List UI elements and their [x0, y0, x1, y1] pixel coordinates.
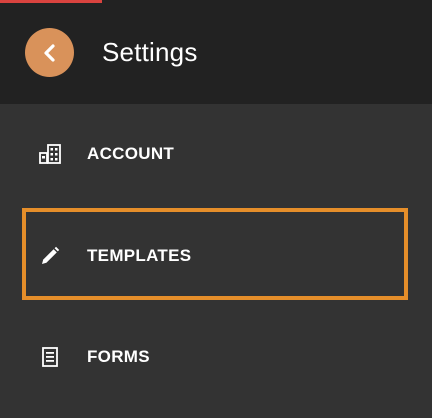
menu-item-label: ACCOUNT — [87, 144, 175, 163]
document-icon — [38, 345, 62, 369]
back-button[interactable] — [25, 28, 74, 77]
menu-item-account[interactable]: ACCOUNT — [0, 124, 432, 184]
top-accent-bar — [0, 0, 102, 3]
settings-screen: Settings ACCOUNT TEMPLATES FORMS — [0, 0, 432, 418]
chevron-left-icon — [42, 42, 58, 64]
pencil-icon — [38, 244, 62, 268]
header-bar: Settings — [0, 0, 432, 104]
menu-item-templates[interactable]: TEMPLATES — [0, 226, 432, 286]
page-title: Settings — [102, 37, 198, 67]
menu-item-forms[interactable]: FORMS — [0, 327, 432, 387]
menu-item-label: FORMS — [87, 347, 150, 366]
menu-item-label: TEMPLATES — [87, 246, 192, 265]
building-icon — [38, 142, 62, 166]
